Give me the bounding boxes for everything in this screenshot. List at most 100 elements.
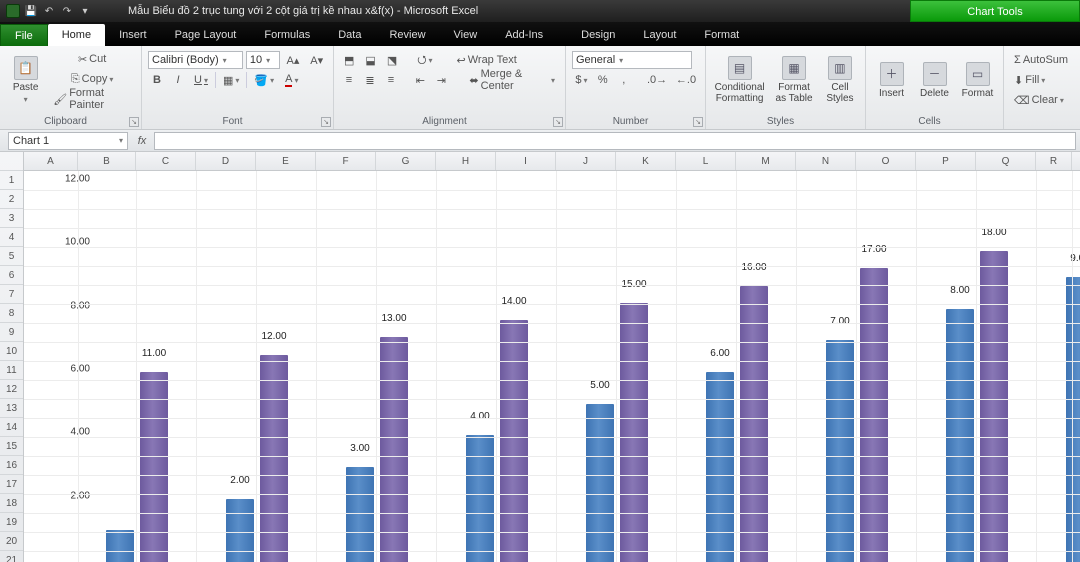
comma-button[interactable]: , (615, 71, 633, 89)
save-icon[interactable]: 💾 (24, 4, 38, 18)
accounting-format-button[interactable]: $▾ (572, 71, 591, 89)
bar-series-2[interactable] (260, 355, 288, 562)
bar-series-1[interactable] (826, 340, 854, 562)
clear-button[interactable]: ⌫Clear▾ (1010, 91, 1068, 109)
italic-button[interactable]: I (169, 71, 187, 89)
bar-series-1[interactable] (226, 499, 254, 562)
column-header[interactable]: I (496, 152, 556, 170)
column-header[interactable]: A (24, 152, 78, 170)
tab-home[interactable]: Home (48, 24, 105, 46)
row-header[interactable]: 1 (0, 171, 23, 190)
delete-cells-button[interactable]: －Delete (915, 48, 954, 112)
bar-series-1[interactable] (346, 467, 374, 562)
tab-chart-layout[interactable]: Layout (629, 24, 690, 46)
align-bottom-button[interactable]: ⬔ (383, 51, 401, 69)
format-as-table-button[interactable]: ▦Format as Table (771, 48, 817, 112)
column-header[interactable]: E (256, 152, 316, 170)
tab-view[interactable]: View (440, 24, 492, 46)
bar-series-1[interactable] (466, 435, 494, 562)
font-name-combo[interactable]: Calibri (Body)▾ (148, 51, 243, 69)
row-header[interactable]: 21 (0, 551, 23, 562)
align-left-button[interactable]: ≡ (340, 71, 358, 89)
align-right-button[interactable]: ≡ (382, 71, 400, 89)
conditional-formatting-button[interactable]: ▤Conditional Formatting (712, 48, 767, 112)
bar-series-2[interactable] (860, 268, 888, 562)
bold-button[interactable]: B (148, 71, 166, 89)
column-header[interactable]: L (676, 152, 736, 170)
column-header[interactable]: P (916, 152, 976, 170)
cut-button[interactable]: ✂Cut (49, 50, 135, 68)
decrease-decimal-button[interactable]: ←.0 (673, 71, 699, 89)
format-cells-button[interactable]: ▭Format (958, 48, 997, 112)
insert-cells-button[interactable]: ＋Insert (872, 48, 911, 112)
row-header[interactable]: 2 (0, 190, 23, 209)
row-header[interactable]: 6 (0, 266, 23, 285)
column-header[interactable]: F (316, 152, 376, 170)
column-header[interactable]: K (616, 152, 676, 170)
embedded-chart[interactable]: 11.002.0012.003.0013.004.0014.005.0015.0… (34, 173, 1080, 562)
tab-review[interactable]: Review (375, 24, 439, 46)
tab-formulas[interactable]: Formulas (250, 24, 324, 46)
name-box[interactable]: Chart 1 ▾ (8, 132, 128, 150)
dialog-launcher-icon[interactable]: ↘ (693, 117, 703, 127)
align-middle-button[interactable]: ⬓ (361, 51, 379, 69)
column-header[interactable]: J (556, 152, 616, 170)
cell-styles-button[interactable]: ▥Cell Styles (821, 48, 859, 112)
tab-chart-format[interactable]: Format (690, 24, 753, 46)
paste-button[interactable]: 📋 Paste ▾ (6, 48, 45, 112)
copy-button[interactable]: ⎘Copy▾ (49, 70, 135, 88)
row-header[interactable]: 9 (0, 323, 23, 342)
row-header[interactable]: 18 (0, 494, 23, 513)
row-header[interactable]: 4 (0, 228, 23, 247)
align-top-button[interactable]: ⬒ (340, 51, 358, 69)
formula-bar[interactable] (154, 132, 1076, 150)
tab-add-ins[interactable]: Add-Ins (491, 24, 557, 46)
shrink-font-button[interactable]: A▾ (306, 51, 327, 69)
row-header[interactable]: 19 (0, 513, 23, 532)
row-header[interactable]: 15 (0, 437, 23, 456)
wrap-text-button[interactable]: ↩Wrap Text (453, 51, 521, 69)
bar-series-2[interactable] (380, 337, 408, 562)
select-all-corner[interactable] (0, 152, 23, 171)
number-format-combo[interactable]: General▾ (572, 51, 692, 69)
bar-series-1[interactable] (946, 309, 974, 562)
borders-button[interactable]: ▦▾ (219, 71, 243, 89)
bar-series-2[interactable] (740, 286, 768, 562)
bar-series-1[interactable] (706, 372, 734, 562)
row-header[interactable]: 7 (0, 285, 23, 304)
tab-data[interactable]: Data (324, 24, 375, 46)
merge-center-button[interactable]: ⬌Merge & Center▾ (465, 71, 559, 89)
font-color-button[interactable]: A▾ (281, 71, 302, 89)
font-size-combo[interactable]: 10▾ (246, 51, 280, 69)
tab-file[interactable]: File (0, 24, 48, 46)
row-header[interactable]: 10 (0, 342, 23, 361)
bar-series-2[interactable] (980, 251, 1008, 562)
dialog-launcher-icon[interactable]: ↘ (553, 117, 563, 127)
row-header[interactable]: 8 (0, 304, 23, 323)
fill-color-button[interactable]: 🪣▾ (250, 71, 278, 89)
column-header[interactable]: O (856, 152, 916, 170)
qat-dropdown-icon[interactable]: ▾ (78, 4, 92, 18)
row-header[interactable]: 16 (0, 456, 23, 475)
tab-chart-design[interactable]: Design (567, 24, 629, 46)
orientation-button[interactable]: ⭯▾ (413, 51, 436, 69)
bar-series-1[interactable] (1066, 277, 1080, 562)
row-header[interactable]: 17 (0, 475, 23, 494)
row-header[interactable]: 3 (0, 209, 23, 228)
row-header[interactable]: 12 (0, 380, 23, 399)
decrease-indent-button[interactable]: ⇤ (411, 71, 429, 89)
bar-series-1[interactable] (586, 404, 614, 562)
autosum-button[interactable]: ΣAutoSum (1010, 51, 1072, 69)
column-header[interactable]: M (736, 152, 796, 170)
row-header[interactable]: 11 (0, 361, 23, 380)
fx-icon[interactable]: fx (130, 135, 154, 147)
row-header[interactable]: 13 (0, 399, 23, 418)
dialog-launcher-icon[interactable]: ↘ (129, 117, 139, 127)
column-header[interactable]: R (1036, 152, 1072, 170)
column-header[interactable]: N (796, 152, 856, 170)
percent-button[interactable]: % (594, 71, 612, 89)
bar-series-2[interactable] (500, 320, 528, 562)
row-header[interactable]: 14 (0, 418, 23, 437)
grow-font-button[interactable]: A▴ (283, 51, 304, 69)
increase-indent-button[interactable]: ⇥ (432, 71, 450, 89)
